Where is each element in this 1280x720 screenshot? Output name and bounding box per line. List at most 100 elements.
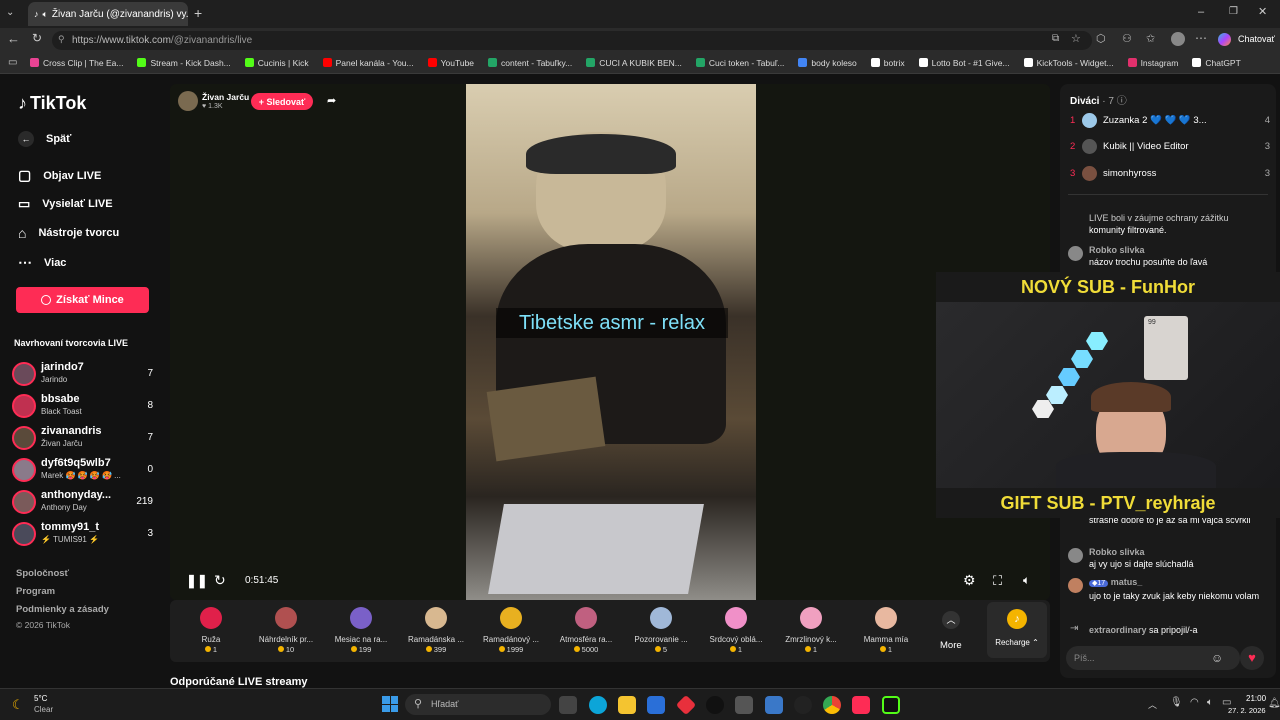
- gifts-scroll[interactable]: ︿: [937, 610, 965, 630]
- footer-link[interactable]: Podmienky a zásady: [16, 604, 109, 615]
- reload-icon[interactable]: ↻: [32, 31, 42, 45]
- tiktok-studio-icon[interactable]: [852, 696, 870, 714]
- gift-item[interactable]: Pozorovanie ... 5: [626, 605, 696, 654]
- minimize-icon[interactable]: –: [1198, 6, 1204, 18]
- back-arrow-icon[interactable]: ←: [7, 31, 20, 46]
- settings-gear-icon[interactable]: ⚙: [963, 572, 976, 589]
- recharge-button[interactable]: ♪ Recharge ⌃: [987, 602, 1047, 658]
- speaker-icon[interactable]: 🔈︎: [43, 9, 48, 20]
- avatar[interactable]: [1068, 548, 1083, 563]
- bookmark-item[interactable]: Cross Clip | The Ea...: [30, 58, 123, 68]
- chrome-icon[interactable]: [823, 696, 841, 714]
- follow-button[interactable]: + Sledovať: [251, 93, 313, 110]
- bookmark-item[interactable]: KickTools - Widget...: [1023, 58, 1114, 68]
- notification-bell-icon[interactable]: 🔔︎: [1268, 698, 1280, 709]
- volume-icon[interactable]: 🔈︎: [1023, 573, 1030, 588]
- url-input[interactable]: ⚲ https://www.tiktok.com/@zivanandris/li…: [52, 31, 1092, 50]
- bookmark-item[interactable]: Cucinis | Kick: [244, 58, 309, 68]
- creator-item[interactable]: dyf6t9q5wlb7 Marek 🥵 🥵 🥵 🥵 ... 0: [12, 456, 157, 486]
- creator-item[interactable]: zivanandris Živan Jarču 7: [12, 424, 157, 454]
- chat-username[interactable]: Robko slivka: [1089, 244, 1280, 256]
- store-icon[interactable]: [647, 696, 665, 714]
- sound-icon[interactable]: 🔈︎: [1207, 697, 1213, 708]
- bookmark-star-icon[interactable]: ☆: [1071, 32, 1081, 45]
- refresh-icon[interactable]: ↻: [214, 572, 226, 589]
- like-heart-button[interactable]: ♥: [1240, 646, 1264, 670]
- creator-item[interactable]: bbsabe Black Toast 8: [12, 392, 157, 422]
- creator-item[interactable]: jarindo7 Jarindo 7: [12, 360, 157, 390]
- nav-objav-live[interactable]: ▢ Objav LIVE: [18, 167, 101, 184]
- footer-link[interactable]: Spoločnosť: [16, 568, 69, 579]
- capture-app-icon[interactable]: [735, 696, 753, 714]
- gift-item[interactable]: Srdcový oblá... 1: [701, 605, 771, 654]
- gift-item[interactable]: Ruža 1: [176, 605, 246, 654]
- red-app-icon[interactable]: [675, 694, 697, 716]
- taskbar-search[interactable]: ⚲ Hľadať: [405, 694, 551, 715]
- obs-icon[interactable]: [794, 696, 812, 714]
- bookmark-item[interactable]: CUCI A KUBIK BEN...: [586, 58, 682, 68]
- chat-username[interactable]: Robko slivka: [1089, 546, 1280, 558]
- bookmark-item[interactable]: body koleso: [798, 58, 857, 68]
- close-window-icon[interactable]: ✕: [1258, 5, 1267, 18]
- host-avatar[interactable]: [178, 91, 198, 111]
- tiktok-app-icon[interactable]: [706, 696, 724, 714]
- gift-item[interactable]: Mamma mía 1: [851, 605, 921, 654]
- fullscreen-icon[interactable]: ⛶: [993, 573, 1002, 589]
- bookmark-item[interactable]: Panel kanála - You...: [322, 58, 414, 68]
- top-viewer-item[interactable]: 2 Kubik || Video Editor 3: [1070, 136, 1270, 156]
- open-in-app-icon[interactable]: ⧉: [1052, 33, 1059, 44]
- bookmark-item[interactable]: Stream - Kick Dash...: [137, 58, 231, 68]
- bookmark-item[interactable]: YouTube: [427, 58, 474, 68]
- gift-more-button[interactable]: More: [940, 640, 962, 651]
- bookmark-item[interactable]: Lotto Bot - #1 Give...: [918, 58, 1010, 68]
- weather-temp[interactable]: 5°C: [34, 694, 47, 703]
- bookmark-item[interactable]: content - Tabuľky...: [488, 58, 572, 68]
- bookmark-item[interactable]: Instagram: [1127, 58, 1178, 68]
- clock-date[interactable]: 27. 2. 2026: [1228, 706, 1266, 715]
- nav-vysielat-live[interactable]: ▭ Vysielať LIVE: [18, 196, 113, 212]
- gift-item[interactable]: Zmrzlinový k... 1: [776, 605, 846, 654]
- back-link[interactable]: ← Späť: [18, 131, 71, 147]
- gift-item[interactable]: Mesiac na ra... 199: [326, 605, 396, 654]
- kick-app-icon[interactable]: [882, 696, 900, 714]
- task-view-icon[interactable]: [559, 696, 577, 714]
- favorites-icon[interactable]: ✩: [1146, 32, 1155, 45]
- nav-viac[interactable]: ⋯ Viac: [18, 254, 66, 271]
- share-icon[interactable]: ➦: [327, 94, 336, 107]
- host-name[interactable]: Živan Jarču: [202, 92, 249, 102]
- get-coins-button[interactable]: Získať Mince: [16, 287, 149, 313]
- tab-list-icon[interactable]: ⌄: [6, 7, 14, 18]
- pause-icon[interactable]: ❚❚: [186, 573, 208, 589]
- chatovat-button[interactable]: Chatovať: [1238, 34, 1275, 44]
- microphone-icon[interactable]: 🎙︎: [1170, 697, 1183, 708]
- clock-time[interactable]: 21:00: [1246, 694, 1266, 703]
- nav-nastroje-tvorcu[interactable]: ⌂ Nástroje tvorcu: [18, 225, 119, 241]
- browser-tab-active[interactable]: ♪ 🔈︎ Živan Jarču (@zivanandris) vy... ✕: [28, 2, 188, 26]
- avatar[interactable]: [1068, 246, 1083, 261]
- edge-icon[interactable]: [589, 696, 607, 714]
- emoji-icon[interactable]: ☺: [1211, 651, 1223, 665]
- copilot-icon[interactable]: [1218, 33, 1231, 46]
- gift-item[interactable]: Ramadánový ... 1999: [476, 605, 546, 654]
- top-viewer-item[interactable]: 3 simonhyross 3: [1070, 163, 1270, 183]
- avatar[interactable]: [1068, 578, 1083, 593]
- photo-app-icon[interactable]: [765, 696, 783, 714]
- gift-item[interactable]: Náhrdelník pr... 10: [251, 605, 321, 654]
- split-screen-icon[interactable]: ⚇: [1122, 32, 1132, 45]
- top-viewer-item[interactable]: 1 Zuzanka 2 💙 💙 💙 3... 4: [1070, 110, 1270, 130]
- creator-item[interactable]: anthonyday... Anthony Day 219: [12, 488, 157, 518]
- extensions-icon[interactable]: ⬡: [1096, 32, 1106, 45]
- gift-item[interactable]: Atmosféra ra... 5000: [551, 605, 621, 654]
- wifi-icon[interactable]: ◠: [1190, 697, 1199, 708]
- live-video[interactable]: [466, 84, 756, 600]
- chat-username[interactable]: extraordinary: [1089, 625, 1147, 635]
- tray-chevron-icon[interactable]: ︿: [1148, 698, 1157, 711]
- file-explorer-icon[interactable]: [618, 696, 636, 714]
- bookmark-item[interactable]: Cuci token - Tabuľ...: [695, 58, 784, 68]
- maximize-icon[interactable]: ❐: [1229, 6, 1238, 17]
- tiktok-logo[interactable]: ♪ TikTok: [18, 93, 86, 114]
- gift-item[interactable]: Ramadánska ... 399: [401, 605, 471, 654]
- bookmark-item[interactable]: botrix: [870, 58, 905, 68]
- creator-item[interactable]: tommy91_t ⚡ TUMIS91 ⚡ 3: [12, 520, 157, 550]
- new-tab-icon[interactable]: +: [194, 5, 202, 21]
